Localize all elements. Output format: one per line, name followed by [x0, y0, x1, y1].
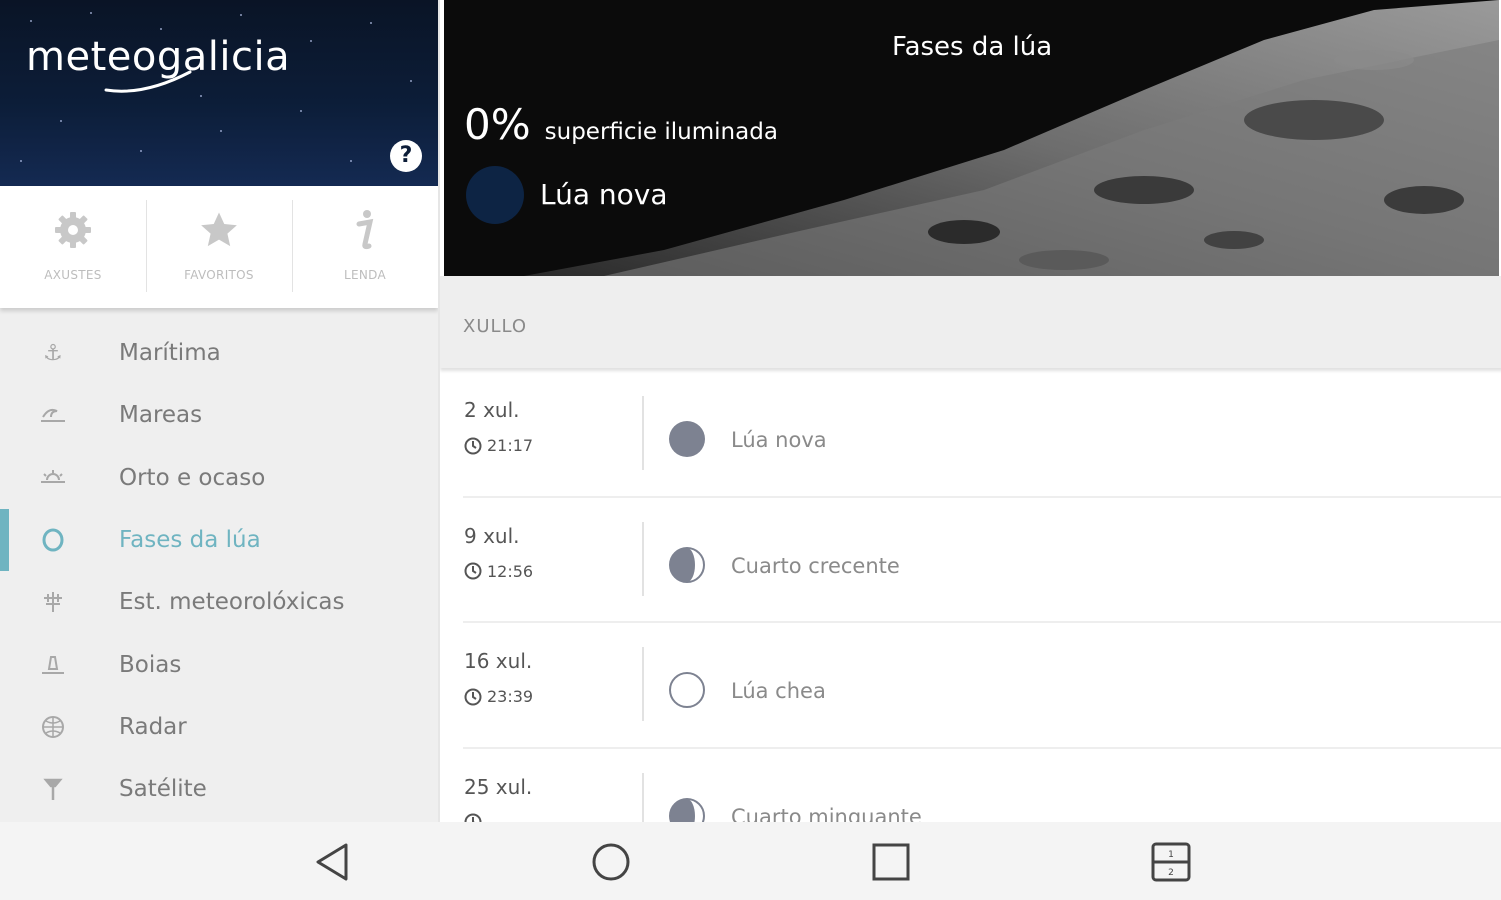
sunrise-icon: [38, 463, 68, 493]
list-item[interactable]: 25 xul. Cuarto minguante: [440, 749, 1501, 823]
home-icon[interactable]: [589, 840, 633, 884]
phase-time: [464, 813, 487, 822]
sidebar-item-label: Est. meteorolóxicas: [119, 589, 345, 616]
wave-icon: [38, 400, 68, 430]
sidebar-item-mareas[interactable]: Mareas: [0, 384, 438, 446]
list-item[interactable]: 9 xul. 12:56 Cuarto crecente: [440, 498, 1501, 624]
legend-label: LENDA: [344, 268, 386, 282]
info-icon: [343, 208, 387, 252]
moon-phases-panel: Fases da lúa 0% superficie iluminada Lúa…: [438, 0, 1501, 822]
new-moon-icon: [669, 421, 705, 457]
anchor-icon: ⚓: [43, 340, 63, 366]
divider: [642, 772, 644, 822]
settings-label: AXUSTES: [44, 268, 102, 282]
phase-time: 21:17: [464, 436, 533, 455]
navigation-drawer: meteogalicia ? AXUSTES FAVORITOS LENDA ⚓…: [0, 0, 438, 822]
phase-time-value: 12:56: [487, 561, 534, 581]
moon-hero: Fases da lúa 0% superficie iluminada Lúa…: [444, 0, 1499, 276]
logo-swoosh-icon: [104, 70, 192, 93]
clock-icon: [464, 437, 482, 454]
buoy-icon: [38, 650, 68, 680]
sidebar-item-label: Fases da lúa: [119, 527, 261, 554]
clock-icon: [464, 813, 482, 822]
system-navigation-bar: 1 2: [0, 822, 1501, 900]
divider: [642, 647, 644, 721]
illumination-readout: 0% superficie iluminada: [464, 100, 778, 149]
sidebar-item-estacions[interactable]: Est. meteorolóxicas: [0, 571, 438, 633]
help-button[interactable]: ?: [390, 140, 422, 172]
sidebar-item-boias[interactable]: Boias: [0, 633, 438, 695]
phase-time-value: 23:39: [487, 687, 534, 706]
radar-icon: [38, 712, 68, 742]
last-quarter-icon: [669, 797, 705, 822]
settings-button[interactable]: AXUSTES: [0, 186, 146, 308]
station-icon: [38, 587, 68, 617]
drawer-header: meteogalicia ?: [0, 0, 438, 186]
divider: [642, 396, 644, 470]
drawer-menu: ⚓ Marítima Mareas Orto e ocaso Fases da: [0, 322, 438, 820]
phase-time: 23:39: [464, 687, 533, 706]
sidebar-item-label: Marítima: [119, 340, 221, 367]
sidebar-item-label: Mareas: [119, 402, 203, 429]
phase-name: Cuarto minguante: [731, 804, 922, 823]
current-phase-name: Lúa nova: [540, 178, 668, 211]
phase-name: Lúa chea: [731, 679, 826, 703]
first-quarter-icon: [669, 546, 705, 583]
svg-text:1: 1: [1168, 850, 1174, 860]
divider: [642, 521, 644, 596]
month-header: XULLO: [440, 276, 1501, 368]
page-title: Fases da lúa: [892, 32, 1053, 62]
gear-icon: [51, 208, 95, 252]
favorites-button[interactable]: FAVORITOS: [146, 186, 292, 308]
sidebar-item-radar[interactable]: Radar: [0, 696, 438, 758]
sidebar-item-label: Satélite: [119, 776, 207, 803]
sidebar-item-label: Radar: [119, 713, 187, 740]
legend-button[interactable]: LENDA: [292, 186, 438, 308]
sidebar-item-fases-lua[interactable]: Fases da lúa: [0, 508, 438, 572]
back-icon[interactable]: [310, 840, 354, 884]
favorites-label: FAVORITOS: [184, 268, 254, 282]
sidebar-item-label: Orto e ocaso: [119, 464, 266, 491]
phase-date: 25 xul.: [464, 774, 533, 799]
phase-name: Cuarto crecente: [731, 553, 900, 578]
clock-icon: [464, 688, 482, 705]
month-label: XULLO: [463, 316, 528, 337]
illumination-percent: 0%: [464, 100, 531, 149]
quick-actions: AXUSTES FAVORITOS LENDA: [0, 186, 438, 308]
list-item[interactable]: 16 xul. 23:39 Lúa chea: [440, 623, 1501, 749]
sidebar-item-maritima[interactable]: ⚓ Marítima: [0, 322, 438, 384]
new-moon-icon: [466, 166, 524, 224]
phase-name: Lúa nova: [731, 428, 827, 452]
sidebar-item-satelite[interactable]: Satélite: [0, 758, 438, 820]
illumination-label: superficie iluminada: [544, 119, 778, 145]
clock-icon: [464, 562, 482, 580]
phase-time: 12:56: [464, 562, 533, 581]
star-icon: [197, 208, 241, 252]
svg-text:2: 2: [1168, 868, 1174, 878]
list-item[interactable]: 2 xul. 21:17 Lúa nova: [440, 372, 1501, 498]
sidebar-item-label: Boias: [119, 651, 182, 678]
moon-phase-icon: [38, 525, 68, 555]
phase-time-value: 21:17: [487, 436, 534, 455]
app-screen: meteogalicia ? AXUSTES FAVORITOS LENDA ⚓…: [0, 0, 1501, 900]
satellite-icon: [38, 774, 68, 804]
phase-date: 16 xul.: [464, 649, 533, 673]
split-screen-icon[interactable]: 1 2: [1149, 840, 1193, 884]
phase-date: 9 xul.: [464, 523, 520, 548]
recents-icon[interactable]: [869, 840, 913, 884]
full-moon-icon: [669, 672, 705, 708]
sidebar-item-orto-ocaso[interactable]: Orto e ocaso: [0, 447, 438, 509]
phases-list: 2 xul. 21:17 Lúa nova 9 xul. 12:56 Cuart…: [440, 372, 1501, 822]
phase-date: 2 xul.: [464, 398, 520, 422]
